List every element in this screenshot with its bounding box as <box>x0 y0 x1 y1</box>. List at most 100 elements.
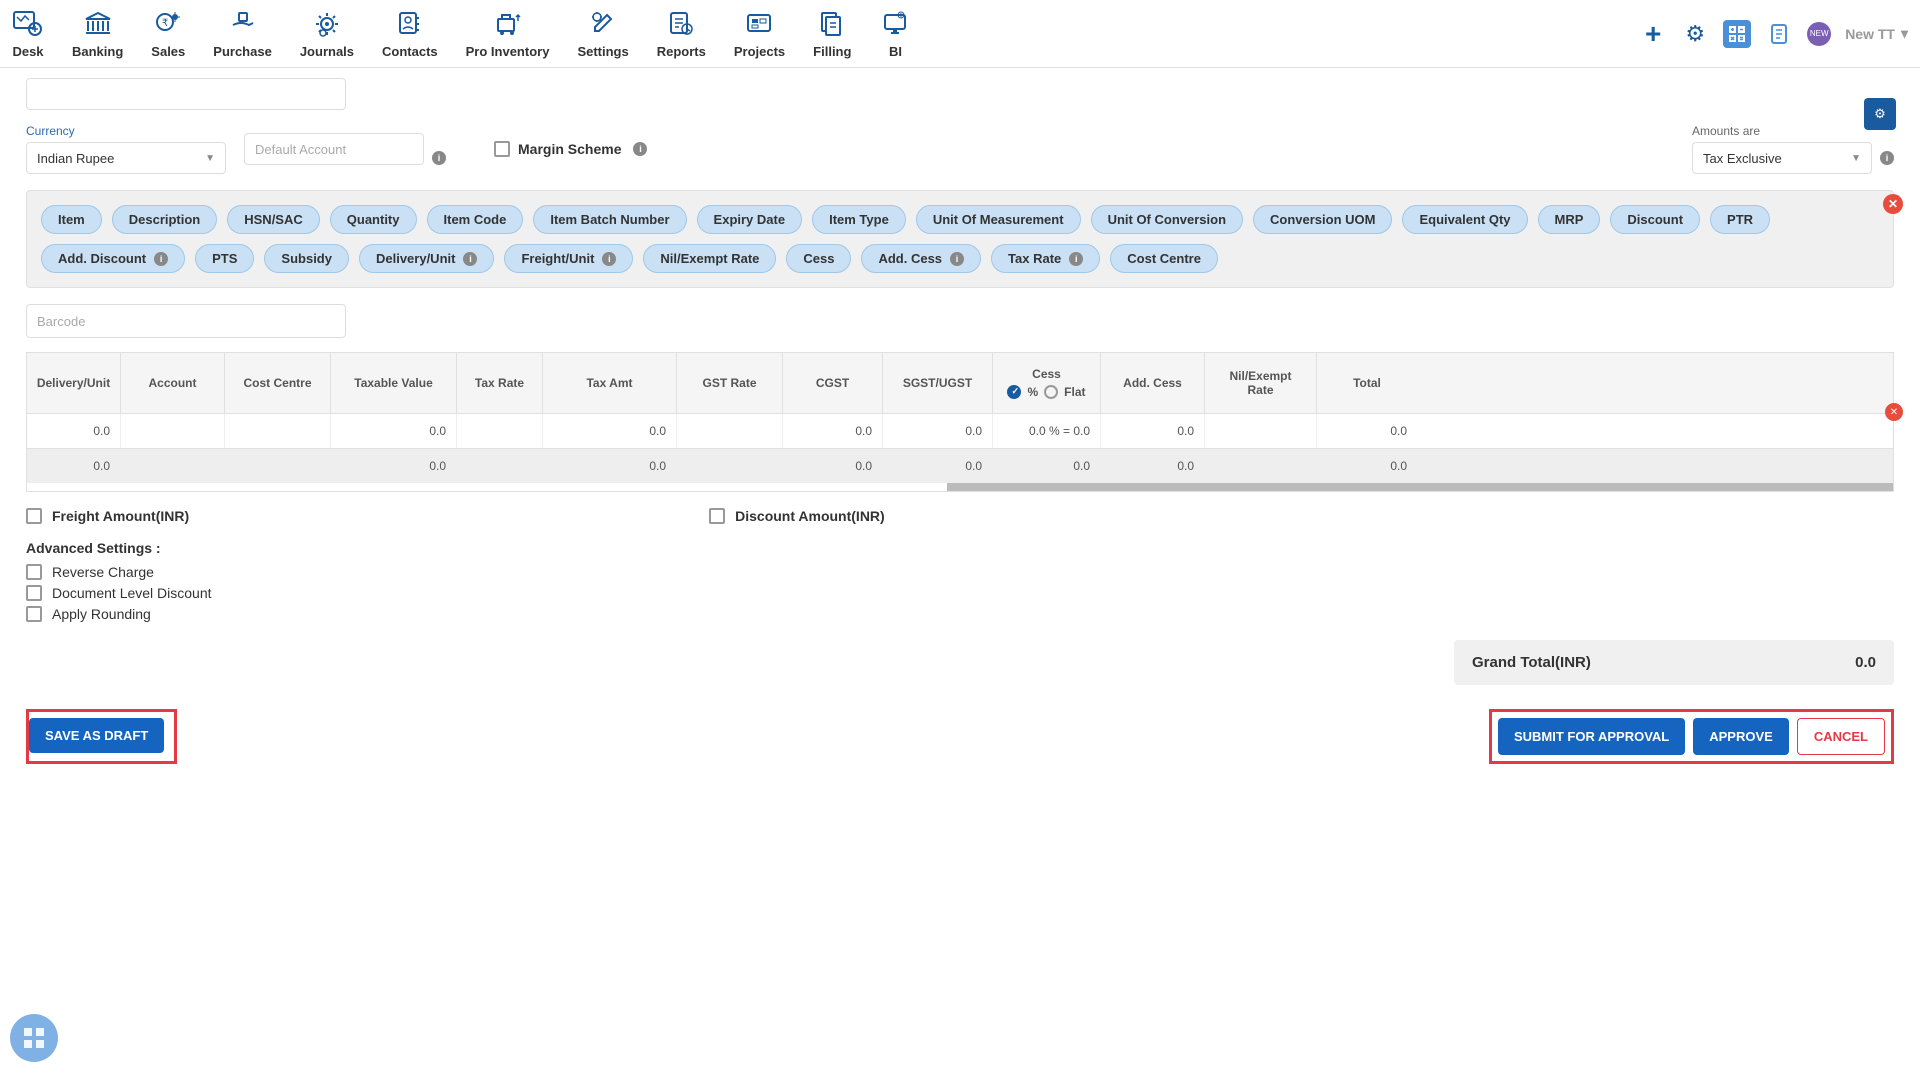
nav-bi-label: BI <box>889 44 902 59</box>
column-tag[interactable]: Item Code <box>427 205 524 234</box>
column-tag[interactable]: Item Batch Number <box>533 205 686 234</box>
items-table: ✕ Delivery/Unit Account Cost Centre Taxa… <box>26 352 1894 492</box>
barcode-input[interactable]: Barcode <box>26 304 346 338</box>
info-icon[interactable]: i <box>154 252 168 266</box>
default-account-input[interactable]: Default Account <box>244 133 424 165</box>
remove-row-button[interactable]: ✕ <box>1885 403 1903 421</box>
table-row[interactable]: 0.0 0.0 0.0 0.0 0.0 0.0 % = 0.0 0.0 0.0 <box>27 414 1893 449</box>
freight-label: Freight Amount(INR) <box>52 508 189 524</box>
nav-purchase[interactable]: Purchase <box>213 8 272 59</box>
column-tag[interactable]: PTR <box>1710 205 1770 234</box>
svg-text:₹: ₹ <box>162 18 168 29</box>
nav-filling[interactable]: Filling <box>813 8 851 59</box>
nav-filling-label: Filling <box>813 44 851 59</box>
nav-banking[interactable]: Banking <box>72 8 123 59</box>
info-icon[interactable]: i <box>602 252 616 266</box>
column-tag[interactable]: Equivalent Qty <box>1402 205 1527 234</box>
purchase-icon <box>227 8 259 40</box>
save-draft-button[interactable]: SAVE AS DRAFT <box>29 718 164 753</box>
column-tag[interactable]: Unit Of Measurement <box>916 205 1081 234</box>
discount-label: Discount Amount(INR) <box>735 508 885 524</box>
nav-sales-label: Sales <box>151 44 185 59</box>
contacts-icon <box>394 8 426 40</box>
chevron-down-icon: ▼ <box>1851 153 1861 164</box>
cess-flat-radio[interactable] <box>1044 385 1058 399</box>
column-tag[interactable]: HSN/SAC <box>227 205 320 234</box>
amounts-value: Tax Exclusive <box>1703 151 1782 166</box>
nav-reports[interactable]: Reports <box>657 8 706 59</box>
column-tag[interactable]: Add. Discounti <box>41 244 185 273</box>
nav-sales[interactable]: ₹ Sales <box>151 8 185 59</box>
info-icon[interactable]: i <box>463 252 477 266</box>
discount-checkbox[interactable] <box>709 508 725 524</box>
freight-checkbox[interactable] <box>26 508 42 524</box>
user-menu[interactable]: New TT ▾ <box>1845 25 1908 42</box>
cess-pct-radio[interactable] <box>1007 385 1021 399</box>
close-panel-icon[interactable]: ✕ <box>1883 194 1903 214</box>
column-tag[interactable]: Cess <box>786 244 851 273</box>
margin-scheme-checkbox[interactable] <box>494 141 510 157</box>
info-icon[interactable]: i <box>1069 252 1083 266</box>
column-tag[interactable]: MRP <box>1538 205 1601 234</box>
info-icon[interactable]: i <box>633 142 647 156</box>
nav-bi[interactable]: BI <box>879 8 911 59</box>
nav-contacts-label: Contacts <box>382 44 438 59</box>
rounding-checkbox[interactable] <box>26 606 42 622</box>
column-tag[interactable]: Discount <box>1610 205 1700 234</box>
horizontal-scrollbar[interactable] <box>947 483 1893 491</box>
column-tag[interactable]: Conversion UOM <box>1253 205 1392 234</box>
info-icon[interactable]: i <box>432 151 446 165</box>
document-icon[interactable] <box>1765 20 1793 48</box>
info-icon[interactable]: i <box>1880 151 1894 165</box>
th-nil-exempt: Nil/Exempt Rate <box>1205 353 1317 413</box>
gear-icon[interactable]: ⚙ <box>1681 20 1709 48</box>
cancel-button[interactable]: CANCEL <box>1797 718 1885 755</box>
nav-desk[interactable]: Desk <box>12 8 44 59</box>
bi-icon <box>879 8 911 40</box>
th-sgst: SGST/UGST <box>883 353 993 413</box>
nav-journals[interactable]: Journals <box>300 8 354 59</box>
nav-desk-label: Desk <box>12 44 43 59</box>
column-tag[interactable]: Quantity <box>330 205 417 234</box>
table-footer-row: 0.0 0.0 0.0 0.0 0.0 0.0 0.0 0.0 <box>27 449 1893 483</box>
column-tag[interactable]: Delivery/Uniti <box>359 244 494 273</box>
nav-contacts[interactable]: Contacts <box>382 8 438 59</box>
nav-projects[interactable]: Projects <box>734 8 785 59</box>
column-tag[interactable]: Item Type <box>812 205 906 234</box>
doc-discount-checkbox[interactable] <box>26 585 42 601</box>
column-tag[interactable]: Description <box>112 205 218 234</box>
calculator-icon[interactable] <box>1723 20 1751 48</box>
settings-gear-button[interactable]: ⚙ <box>1864 98 1896 130</box>
submit-approval-button[interactable]: SUBMIT FOR APPROVAL <box>1498 718 1685 755</box>
column-tag[interactable]: Subsidy <box>264 244 349 273</box>
top-navigation: Desk Banking ₹ Sales Purchase Journals C… <box>0 0 1920 68</box>
amounts-select[interactable]: Tax Exclusive ▼ <box>1692 142 1872 174</box>
column-tag[interactable]: PTS <box>195 244 254 273</box>
banking-icon <box>82 8 114 40</box>
th-tax-amt: Tax Amt <box>543 353 677 413</box>
column-tag[interactable]: Unit Of Conversion <box>1091 205 1243 234</box>
top-input[interactable] <box>26 78 346 110</box>
column-tag[interactable]: Cost Centre <box>1110 244 1218 273</box>
column-tag[interactable]: Expiry Date <box>697 205 803 234</box>
td-delivery-unit: 0.0 <box>27 414 121 448</box>
info-icon[interactable]: i <box>950 252 964 266</box>
currency-select[interactable]: Indian Rupee ▼ <box>26 142 226 174</box>
reverse-charge-checkbox[interactable] <box>26 564 42 580</box>
column-tag[interactable]: Nil/Exempt Rate <box>643 244 776 273</box>
nav-settings[interactable]: Settings <box>577 8 628 59</box>
column-tag[interactable]: Item <box>41 205 102 234</box>
grand-total-label: Grand Total(INR) <box>1472 654 1591 671</box>
column-tag[interactable]: Tax Ratei <box>991 244 1100 273</box>
approve-button[interactable]: APPROVE <box>1693 718 1789 755</box>
nav-inventory[interactable]: Pro Inventory <box>466 8 550 59</box>
nav-purchase-label: Purchase <box>213 44 272 59</box>
column-tag[interactable]: Freight/Uniti <box>504 244 633 273</box>
add-icon[interactable]: + <box>1639 20 1667 48</box>
new-badge-icon[interactable]: NEW <box>1807 22 1831 46</box>
nav-reports-label: Reports <box>657 44 706 59</box>
column-tag[interactable]: Add. Cessi <box>861 244 981 273</box>
projects-icon <box>744 8 776 40</box>
floating-widget[interactable] <box>10 1014 58 1062</box>
th-account: Account <box>121 353 225 413</box>
